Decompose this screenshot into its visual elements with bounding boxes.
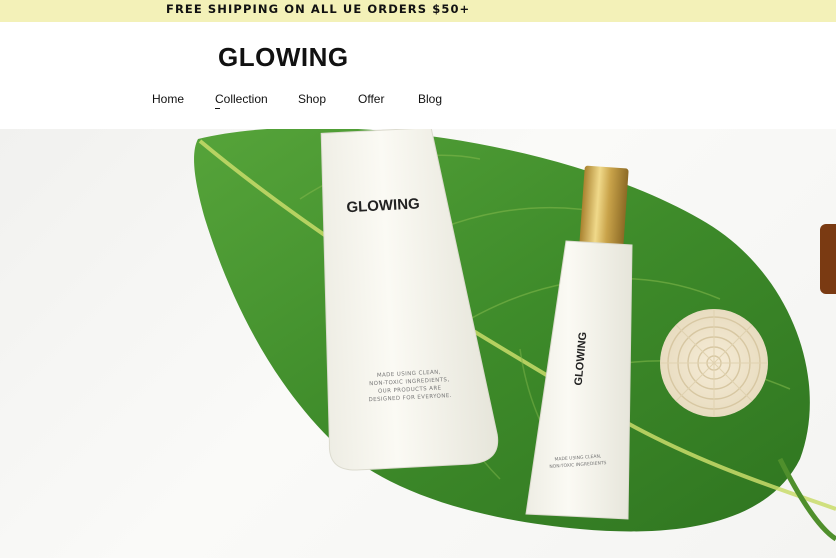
nav-offer[interactable]: Offer <box>358 92 384 106</box>
flower-graphic <box>660 309 768 417</box>
hero-banner[interactable]: GLOWING MADE USING CLEAN, NON-TOXIC INGR… <box>0 129 836 558</box>
announcement-text: FREE SHIPPING ON ALL UE ORDERS $50+ <box>166 2 471 16</box>
nav-blog[interactable]: Blog <box>418 92 442 106</box>
nav-collection[interactable]: Collection <box>215 92 268 109</box>
site-header: GLOWING Home Collection Shop Offer Blog <box>0 22 836 129</box>
hero-image: GLOWING MADE USING CLEAN, NON-TOXIC INGR… <box>194 129 836 542</box>
announcement-bar: FREE SHIPPING ON ALL UE ORDERS $50+ <box>0 0 836 22</box>
main-nav: Home Collection Shop Offer Blog <box>0 92 836 110</box>
nav-shop[interactable]: Shop <box>298 92 326 106</box>
bottle-edge <box>820 224 836 294</box>
site-logo[interactable]: GLOWING <box>218 42 349 73</box>
nav-home[interactable]: Home <box>152 92 184 106</box>
